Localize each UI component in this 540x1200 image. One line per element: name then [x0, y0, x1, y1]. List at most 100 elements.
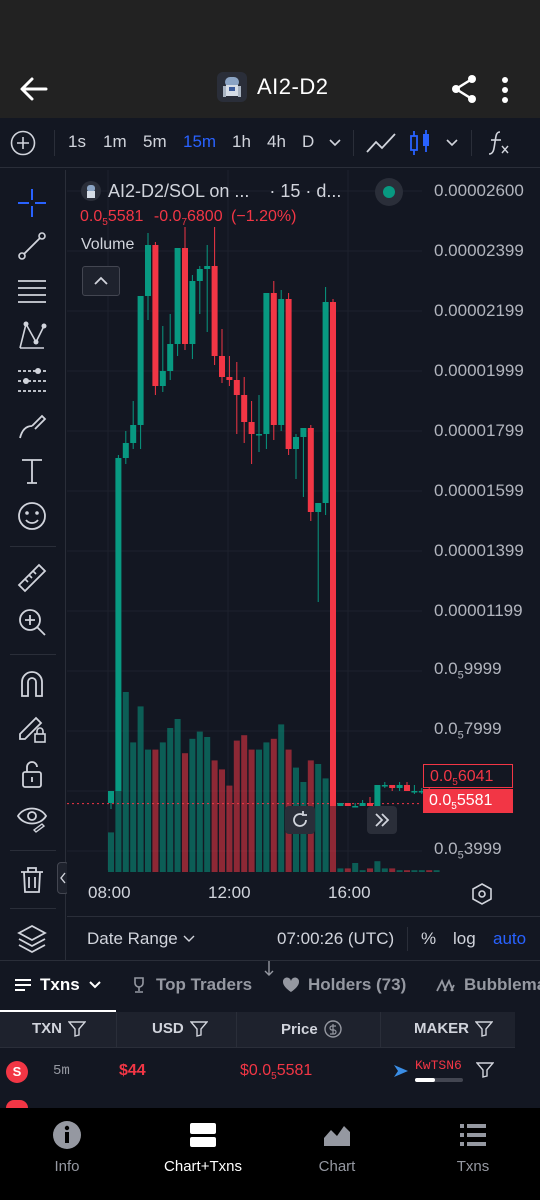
- maker-address[interactable]: KwTSN6: [415, 1058, 462, 1073]
- timeframe-1h[interactable]: 1h: [232, 132, 251, 152]
- y-axis-label: 0.00001199: [434, 601, 523, 620]
- nav-label: Chart: [318, 1158, 356, 1175]
- collapse-legend-button[interactable]: [82, 266, 120, 296]
- filter-icon[interactable]: [476, 1062, 494, 1078]
- pattern-icon[interactable]: [16, 320, 48, 352]
- horizontal-lines-icon[interactable]: [16, 275, 48, 307]
- log-toggle[interactable]: log: [453, 929, 476, 949]
- unlock-icon[interactable]: [16, 758, 48, 790]
- volume-bar: [278, 724, 285, 872]
- timeframe-d[interactable]: D: [302, 132, 314, 152]
- percent-toggle[interactable]: %: [421, 929, 436, 949]
- date-range-button[interactable]: Date Range: [87, 929, 178, 949]
- token-logo: [217, 72, 247, 102]
- share-icon[interactable]: [450, 74, 478, 104]
- candle-body: [241, 395, 248, 422]
- fib-retracement-icon[interactable]: [16, 365, 48, 397]
- volume-bar: [137, 706, 144, 872]
- market-status-indicator: [375, 178, 403, 206]
- tab-label: Top Traders: [156, 975, 253, 994]
- nav-chart[interactable]: Chart: [282, 1120, 392, 1175]
- tab-label: Bubblemaps: [464, 975, 540, 994]
- timeframe-15m[interactable]: 15m: [183, 132, 216, 152]
- ruler-icon[interactable]: [16, 562, 48, 594]
- utc-clock[interactable]: 07:00:26 (UTC): [277, 929, 394, 949]
- timeframe-5m[interactable]: 5m: [143, 132, 167, 152]
- txns-table-header: TXN USD Price MAKER: [0, 1012, 515, 1048]
- volume-bar: [152, 749, 159, 872]
- volume-bar: [248, 749, 255, 872]
- resize-handle-icon[interactable]: [262, 960, 276, 977]
- chart-footer: Date Range 07:00:26 (UTC) % log auto: [67, 916, 540, 960]
- timeframe-chevron-down-icon[interactable]: [328, 138, 342, 148]
- lock-drawings-icon[interactable]: [16, 712, 48, 744]
- y-axis-label: 0.00002399: [434, 241, 524, 260]
- filter-icon[interactable]: [68, 1020, 86, 1037]
- candles-icon[interactable]: [407, 128, 433, 158]
- tab-txns[interactable]: Txns: [14, 975, 102, 995]
- timeframe-1s[interactable]: 1s: [68, 132, 86, 152]
- candle-body: [337, 803, 344, 806]
- auto-toggle[interactable]: auto: [493, 929, 526, 949]
- tab-top-traders[interactable]: Top Traders: [130, 975, 252, 995]
- chart-interval: · 15 · d...: [269, 180, 342, 201]
- list-icon: [460, 1124, 486, 1146]
- token-name: AI2-D2: [257, 74, 329, 99]
- magnet-icon[interactable]: [16, 668, 48, 700]
- volume-bar: [211, 760, 218, 872]
- settings-hexagon-icon[interactable]: [470, 882, 494, 906]
- back-arrow-icon[interactable]: [18, 75, 50, 103]
- layers-icon[interactable]: [16, 922, 48, 954]
- last-price-prefix: 0.0: [80, 208, 103, 225]
- token-mini-logo: [81, 181, 101, 201]
- chart-type-chevron-down-icon[interactable]: [445, 138, 459, 148]
- filter-icon[interactable]: [189, 1020, 208, 1037]
- eye-icon[interactable]: [16, 802, 48, 834]
- volume-bar: [256, 749, 262, 872]
- nav-chart-txns[interactable]: Chart+Txns: [148, 1120, 258, 1175]
- toolbar-divider: [353, 130, 354, 156]
- table-row[interactable]: S 5m $44 $0.055581 KwTSN6: [0, 1048, 515, 1094]
- emoji-icon[interactable]: [16, 500, 48, 532]
- reset-chart-button[interactable]: [285, 806, 315, 834]
- chevron-down-icon: [183, 935, 195, 942]
- line-chart-icon[interactable]: [365, 130, 397, 156]
- timeframe-4h[interactable]: 4h: [267, 132, 286, 152]
- column-usd[interactable]: USD: [152, 1020, 208, 1037]
- timeframe-1m[interactable]: 1m: [103, 132, 127, 152]
- app-header: AI2-D2: [0, 0, 540, 118]
- trash-icon[interactable]: [16, 864, 48, 896]
- volume-bar: [167, 728, 174, 872]
- more-vertical-icon[interactable]: [498, 76, 512, 104]
- volume-bar: [322, 778, 329, 872]
- candle-body: [307, 428, 314, 512]
- scroll-to-realtime-button[interactable]: [367, 806, 397, 834]
- footer-divider: [407, 927, 408, 951]
- txn-age: 5m: [53, 1063, 70, 1079]
- column-maker[interactable]: MAKER: [414, 1020, 493, 1037]
- nav-info[interactable]: Info: [12, 1120, 122, 1175]
- indicators-fx-icon[interactable]: [486, 128, 512, 158]
- currency-toggle-icon[interactable]: [324, 1020, 342, 1038]
- tab-holders[interactable]: Holders (73): [282, 975, 406, 995]
- toolbar-divider: [10, 654, 56, 655]
- candle-body: [396, 785, 403, 788]
- column-txn[interactable]: TXN: [32, 1020, 86, 1037]
- bottom-navigation: Info Chart+Txns Chart Txns: [0, 1108, 540, 1200]
- text-icon[interactable]: [16, 455, 48, 487]
- nav-label: Txns: [456, 1158, 490, 1175]
- volume-bar: [233, 740, 240, 872]
- nav-txns[interactable]: Txns: [418, 1120, 528, 1175]
- tab-bubblemaps[interactable]: Bubblemaps: [436, 975, 540, 995]
- filter-icon[interactable]: [475, 1020, 493, 1037]
- candle-body: [285, 299, 292, 449]
- crosshair-icon[interactable]: [16, 187, 48, 219]
- add-symbol-icon[interactable]: [10, 130, 36, 156]
- y-axis-label: 0.00002600: [434, 181, 524, 200]
- column-price[interactable]: Price: [281, 1020, 342, 1038]
- brush-icon[interactable]: [16, 410, 48, 442]
- y-axis-label: 0.053999: [434, 839, 502, 862]
- maker-holding-bar: [415, 1078, 463, 1082]
- zoom-in-icon[interactable]: [16, 606, 48, 638]
- trend-line-icon[interactable]: [16, 230, 48, 262]
